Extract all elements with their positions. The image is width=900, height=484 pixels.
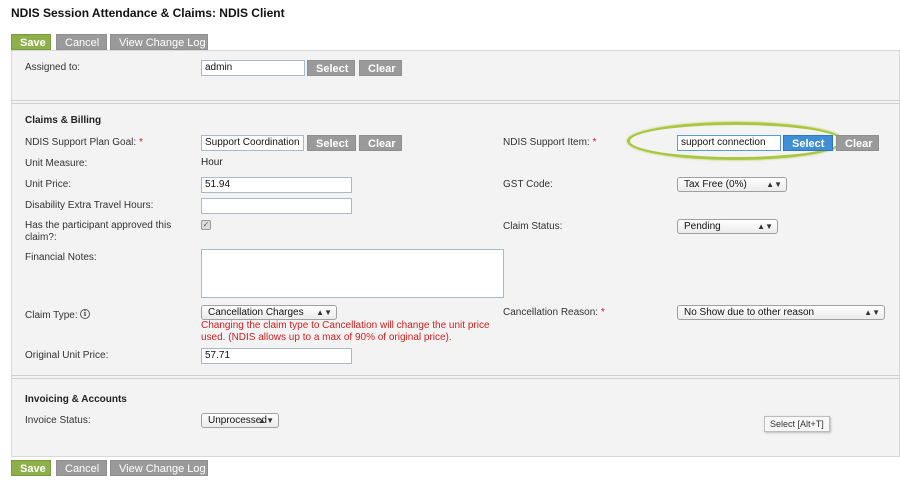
cancel-button-bottom[interactable]: Cancel <box>56 460 107 476</box>
save-button[interactable]: Save <box>11 34 51 50</box>
gst-code-label: GST Code: <box>503 179 553 190</box>
checkmark-icon: ✓ <box>202 220 210 229</box>
claim-type-select[interactable]: Cancellation Charges ▲▼ <box>201 305 337 320</box>
gst-code-select[interactable]: Tax Free (0%) ▲▼ <box>677 177 787 192</box>
section-divider <box>11 103 900 104</box>
claim-type-warning: Changing the claim type to Cancellation … <box>201 320 490 343</box>
support-item-select-button[interactable]: Select <box>783 135 833 151</box>
info-icon[interactable]: i <box>80 309 90 319</box>
invoice-status-select[interactable]: Unprocessed ▲▼ <box>201 413 279 428</box>
claims-billing-heading: Claims & Billing <box>25 115 102 126</box>
updown-arrow-icon: ▲▼ <box>258 416 274 425</box>
section-divider <box>11 375 900 376</box>
page-title: NDIS Session Attendance & Claims: NDIS C… <box>11 6 285 20</box>
claim-status-label: Claim Status: <box>503 221 563 232</box>
travel-hours-input[interactable] <box>201 198 352 214</box>
travel-hours-label: Disability Extra Travel Hours: <box>25 200 154 211</box>
assigned-to-label: Assigned to: <box>25 62 81 73</box>
plan-goal-select-button[interactable]: Select <box>307 135 356 151</box>
select-tooltip: Select [Alt+T] <box>764 416 830 432</box>
unit-price-label: Unit Price: <box>25 179 72 190</box>
updown-arrow-icon: ▲▼ <box>757 222 773 231</box>
unit-price-input[interactable]: 51.94 <box>201 177 352 193</box>
approved-label: Has the participant approved this claim?… <box>25 220 172 243</box>
cancellation-reason-select[interactable]: No Show due to other reason ▲▼ <box>677 305 885 320</box>
claim-type-label: Claim Type: <box>25 310 78 321</box>
financial-notes-textarea[interactable] <box>201 249 504 298</box>
updown-arrow-icon: ▲▼ <box>864 308 880 317</box>
support-item-clear-button[interactable]: Clear <box>836 135 879 151</box>
support-item-input[interactable]: support connection <box>677 135 781 151</box>
cancel-button[interactable]: Cancel <box>56 34 107 50</box>
financial-notes-label: Financial Notes: <box>25 252 97 263</box>
original-unit-price-input[interactable]: 57.71 <box>201 348 352 364</box>
plan-goal-input[interactable]: Support Coordination <box>201 135 304 151</box>
invoicing-heading: Invoicing & Accounts <box>25 394 127 405</box>
claim-status-select[interactable]: Pending ▲▼ <box>677 219 778 234</box>
section-divider <box>11 378 900 379</box>
updown-arrow-icon: ▲▼ <box>766 180 782 189</box>
invoice-status-label: Invoice Status: <box>25 415 91 426</box>
plan-goal-clear-button[interactable]: Clear <box>359 135 402 151</box>
assigned-to-input[interactable]: admin <box>201 60 305 76</box>
section-divider <box>11 100 900 101</box>
cancellation-reason-label: Cancellation Reason: * <box>503 307 605 318</box>
original-unit-price-label: Original Unit Price: <box>25 350 109 361</box>
unit-measure-value: Hour <box>201 157 223 168</box>
approved-checkbox[interactable]: ✓ <box>201 220 211 230</box>
unit-measure-label: Unit Measure: <box>25 158 88 169</box>
updown-arrow-icon: ▲▼ <box>316 308 332 317</box>
view-change-log-button-bottom[interactable]: View Change Log <box>110 460 208 476</box>
assigned-select-button[interactable]: Select <box>307 60 355 76</box>
support-item-label: NDIS Support Item: * <box>503 137 597 148</box>
save-button-bottom[interactable]: Save <box>11 460 51 476</box>
view-change-log-button[interactable]: View Change Log <box>110 34 208 50</box>
assigned-clear-button[interactable]: Clear <box>359 60 402 76</box>
plan-goal-label: NDIS Support Plan Goal: * <box>25 137 143 148</box>
